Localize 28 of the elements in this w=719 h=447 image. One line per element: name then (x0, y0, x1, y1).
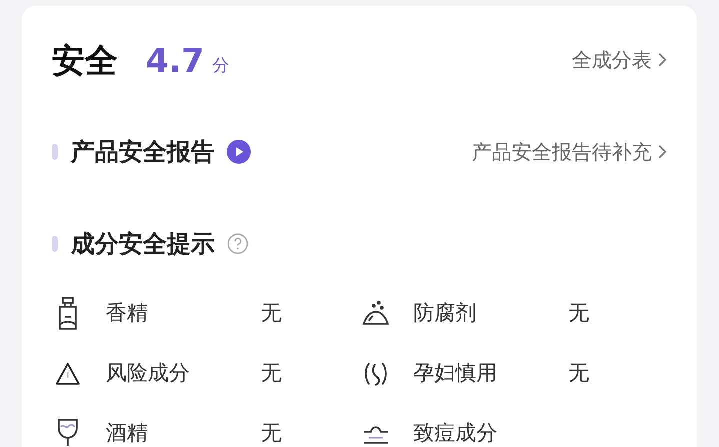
section-bar (52, 144, 58, 160)
tips-title: 成分安全提示 (71, 229, 215, 260)
ingredient-label: 酒精 (106, 420, 149, 447)
warning-icon (55, 362, 81, 386)
ingredient-list-link[interactable]: 全成分表 (572, 45, 667, 75)
play-icon[interactable] (227, 140, 251, 164)
ingredient-value: 无 (568, 360, 590, 388)
ingredient-value: 无 (568, 300, 590, 328)
pregnant-figure-icon (362, 361, 388, 387)
chevron-right-icon (658, 52, 667, 68)
chevron-right-icon (658, 144, 667, 160)
wine-glass-icon (56, 418, 80, 447)
powder-pile-icon (360, 300, 390, 328)
ingredient-value: 无 (261, 360, 282, 388)
report-title: 产品安全报告 (71, 137, 215, 168)
ingredient-value: 无 (261, 420, 282, 447)
ingredient-label: 防腐剂 (414, 300, 478, 328)
section-title: 安全 (52, 44, 118, 77)
ingredient-value: 无 (261, 300, 282, 328)
perfume-bottle-icon (56, 297, 80, 331)
ingredient-label: 孕妇慎用 (414, 360, 498, 388)
report-link[interactable]: 产品安全报告待补充 (472, 137, 667, 167)
ingredient-label: 香精 (106, 300, 149, 328)
section-bar (52, 236, 58, 252)
ingredient-label: 风险成分 (106, 360, 191, 388)
score-value: 4.7 (146, 44, 204, 77)
ingredient-label: 致痘成分 (414, 420, 498, 447)
score-unit: 分 (212, 58, 230, 75)
